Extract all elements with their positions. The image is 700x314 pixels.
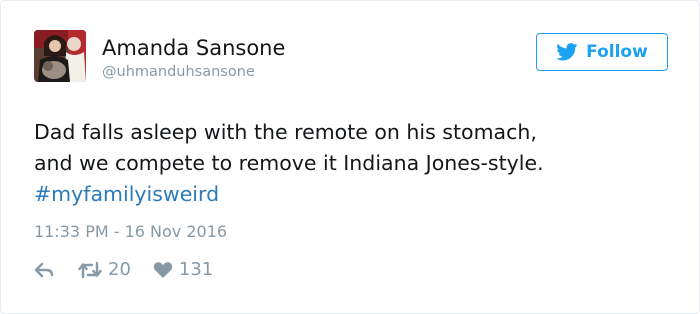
like-button[interactable]: 131 bbox=[153, 259, 213, 280]
tweet-text-line-2: and we compete to remove it Indiana Jone… bbox=[34, 151, 544, 175]
tweet-actions: 20 131 bbox=[34, 259, 213, 280]
retweet-icon bbox=[78, 261, 102, 278]
author-handle[interactable]: @uhmanduhsansone bbox=[102, 64, 255, 80]
retweet-count: 20 bbox=[108, 259, 131, 280]
author-name[interactable]: Amanda Sansone bbox=[102, 36, 285, 60]
hashtag-link[interactable]: #myfamilyisweird bbox=[34, 182, 219, 206]
tweet-text: Dad falls asleep with the remote on his … bbox=[34, 117, 674, 210]
retweet-button[interactable]: 20 bbox=[78, 259, 131, 280]
heart-icon bbox=[153, 261, 173, 278]
follow-label: Follow bbox=[586, 42, 648, 62]
avatar-photo bbox=[34, 30, 86, 82]
follow-button[interactable]: Follow bbox=[536, 33, 668, 71]
avatar[interactable] bbox=[34, 30, 86, 82]
tweet-text-line-1: Dad falls asleep with the remote on his … bbox=[34, 120, 537, 144]
reply-icon bbox=[34, 262, 54, 277]
twitter-bird-icon bbox=[556, 43, 578, 61]
reply-button[interactable] bbox=[34, 262, 54, 278]
like-count: 131 bbox=[178, 259, 214, 280]
tweet-timestamp[interactable]: 11:33 PM - 16 Nov 2016 bbox=[34, 222, 227, 241]
tweet-card: Amanda Sansone @uhmanduhsansone Follow D… bbox=[0, 0, 700, 314]
